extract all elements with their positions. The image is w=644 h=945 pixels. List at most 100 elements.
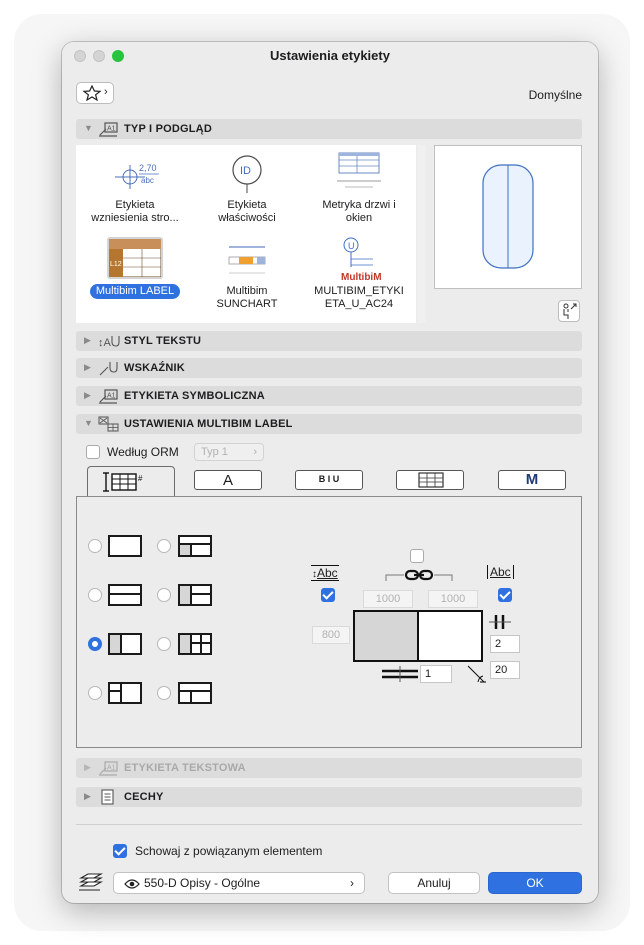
text-style-icon: ↕A: [98, 336, 120, 349]
layout-left-column-rows-icon: [178, 584, 212, 606]
section-label: STYL TEKSTU: [124, 335, 202, 347]
svg-text:A1: A1: [107, 126, 116, 133]
label-type-line1: Multibim: [226, 285, 268, 297]
columns-field[interactable]: 2: [490, 635, 520, 653]
section-label: TYP I PODGLĄD: [124, 123, 212, 135]
ok-button[interactable]: OK: [488, 872, 582, 894]
property-label-icon: ID: [232, 155, 262, 193]
chevron-right-icon: ›: [253, 446, 257, 458]
layout-left-column-grid-icon: [178, 633, 212, 655]
layout-two-rows-icon: [108, 584, 142, 606]
disclosure-closed-icon: ▶: [84, 791, 91, 801]
layers-icon: [78, 873, 104, 891]
footer-divider: [76, 824, 582, 825]
elevation-label-icon: 2,70 abc: [115, 163, 159, 189]
window-title: Ustawienia etykiety: [270, 48, 390, 63]
layout-option-3-radio[interactable]: [88, 588, 102, 602]
label-preview: [434, 145, 582, 289]
section-label: WSKAŹNIK: [124, 362, 185, 374]
angle-field[interactable]: 20: [490, 661, 520, 679]
tab-m-label: M: [525, 471, 539, 488]
section-label: USTAWIENIA MULTIBIM LABEL: [124, 418, 293, 430]
section-text-style[interactable]: ▶ ↕A STYL TEKSTU: [76, 331, 582, 351]
eye-icon: [124, 879, 140, 889]
right-text-width-control: Abc: [487, 565, 514, 579]
tab-m[interactable]: M: [498, 470, 566, 490]
tab-grid[interactable]: [396, 470, 464, 490]
table-layout-icon: #: [103, 472, 143, 492]
preview-view-button[interactable]: [558, 300, 580, 322]
hide-with-element-checkbox[interactable]: [113, 844, 127, 858]
abc-right-checkbox[interactable]: [498, 588, 512, 602]
rows-field[interactable]: 1: [420, 665, 452, 683]
abc-right-label: Abc: [487, 565, 514, 579]
label-type-line2: SUNCHART: [216, 298, 278, 310]
disclosure-open-icon: ▼: [84, 123, 93, 133]
section-attributes[interactable]: ▶ CECHY: [76, 787, 582, 807]
hide-with-element-label: Schowaj z powiązanym elementem: [135, 844, 323, 858]
width-right-field[interactable]: 1000: [428, 590, 478, 608]
section-symbol-label[interactable]: ▶ A1 ETYKIETA SYMBOLICZNA: [76, 386, 582, 406]
layout-single-cell-icon: [108, 535, 142, 557]
multibim-number-text: L12: [110, 261, 122, 268]
layout-option-2-radio[interactable]: [157, 539, 171, 553]
angle-icon: [467, 665, 486, 683]
section-type-preview[interactable]: ▼ A1 TYP I PODGLĄD: [76, 119, 582, 139]
label-type-multibim-sunchart[interactable]: Multibim SUNCHART: [192, 237, 302, 311]
document-icon: [101, 789, 114, 805]
label-type-line2: właściwości: [218, 212, 276, 224]
symbol-label-icon: A1: [99, 389, 118, 404]
layout-option-6-radio[interactable]: [157, 637, 171, 651]
link-widths-checkbox[interactable]: [410, 549, 424, 563]
row-gap-icon: [382, 666, 418, 682]
layout-two-columns-icon: [108, 633, 142, 655]
label-type-line2: ETA_U_AC24: [324, 298, 394, 310]
cancel-button[interactable]: Anuluj: [388, 872, 480, 894]
svg-text:↕A: ↕A: [98, 337, 112, 349]
abc-left-label: Abc: [317, 566, 338, 580]
preview-shape: [482, 164, 534, 269]
favorites-button[interactable]: ›: [76, 82, 114, 104]
by-orm-checkbox[interactable]: [86, 445, 100, 459]
person-arrow-icon: [563, 303, 577, 319]
label-type-multibim-etykieta-u[interactable]: U MultibiM MULTIBIM_ETYKI ETA_U_AC24: [304, 237, 414, 311]
label-type-line2: wzniesienia stro...: [91, 212, 179, 224]
section-label: CECHY: [124, 791, 164, 803]
label-type-elevation[interactable]: 2,70 abc Etykieta wzniesienia stro...: [80, 151, 190, 225]
schedule-label-icon: [337, 152, 381, 188]
abc-left-checkbox[interactable]: [321, 588, 335, 602]
label-type-door-window-schedule[interactable]: Metryka drzwi i okien: [304, 151, 414, 225]
layout-option-4-radio[interactable]: [157, 588, 171, 602]
pointer-icon: [99, 362, 118, 376]
label-type-line1: MULTIBIM_ETYKI: [314, 285, 404, 297]
disclosure-closed-icon: ▶: [84, 762, 91, 772]
width-left-field[interactable]: 1000: [363, 590, 413, 608]
disclosure-closed-icon: ▶: [84, 390, 91, 400]
left-text-height-control: ↕Abc: [311, 565, 339, 581]
star-icon: [82, 85, 102, 101]
label-cell-left: [355, 612, 419, 660]
section-label: ETYKIETA TEKSTOWA: [124, 762, 246, 774]
layer-popup[interactable]: 550-D Opisy - Ogólne ›: [113, 872, 365, 894]
label-type-grid: 2,70 abc Etykieta wzniesienia stro... ID…: [76, 145, 416, 323]
tab-table-layout[interactable]: #: [87, 466, 175, 497]
height-field[interactable]: 800: [312, 626, 350, 644]
layout-option-8-radio[interactable]: [157, 686, 171, 700]
elevation-value-text: 2,70: [139, 163, 157, 173]
label-type-property[interactable]: ID Etykieta właściwości: [192, 151, 302, 225]
layer-popup-value: 550-D Opisy - Ogólne: [144, 876, 261, 890]
tab-text-style[interactable]: B I U: [295, 470, 363, 490]
layout-option-1-radio[interactable]: [88, 539, 102, 553]
layout-option-7-radio[interactable]: [88, 686, 102, 700]
type-popup[interactable]: Typ 1 ›: [194, 443, 264, 461]
label-type-line1: Etykieta: [115, 199, 155, 211]
label-type-scrollbar[interactable]: [418, 145, 426, 323]
layout-option-5-radio[interactable]: [88, 637, 102, 651]
elevation-abc-text: abc: [141, 176, 154, 185]
svg-text:A1: A1: [107, 393, 116, 400]
section-label: ETYKIETA SYMBOLICZNA: [124, 390, 265, 402]
section-multibim-settings[interactable]: ▼ USTAWIENIA MULTIBIM LABEL: [76, 414, 582, 434]
label-type-multibim-label[interactable]: L12 Multibim LABEL: [80, 237, 190, 299]
section-pointer[interactable]: ▶ WSKAŹNIK: [76, 358, 582, 378]
tab-font[interactable]: A: [194, 470, 262, 490]
